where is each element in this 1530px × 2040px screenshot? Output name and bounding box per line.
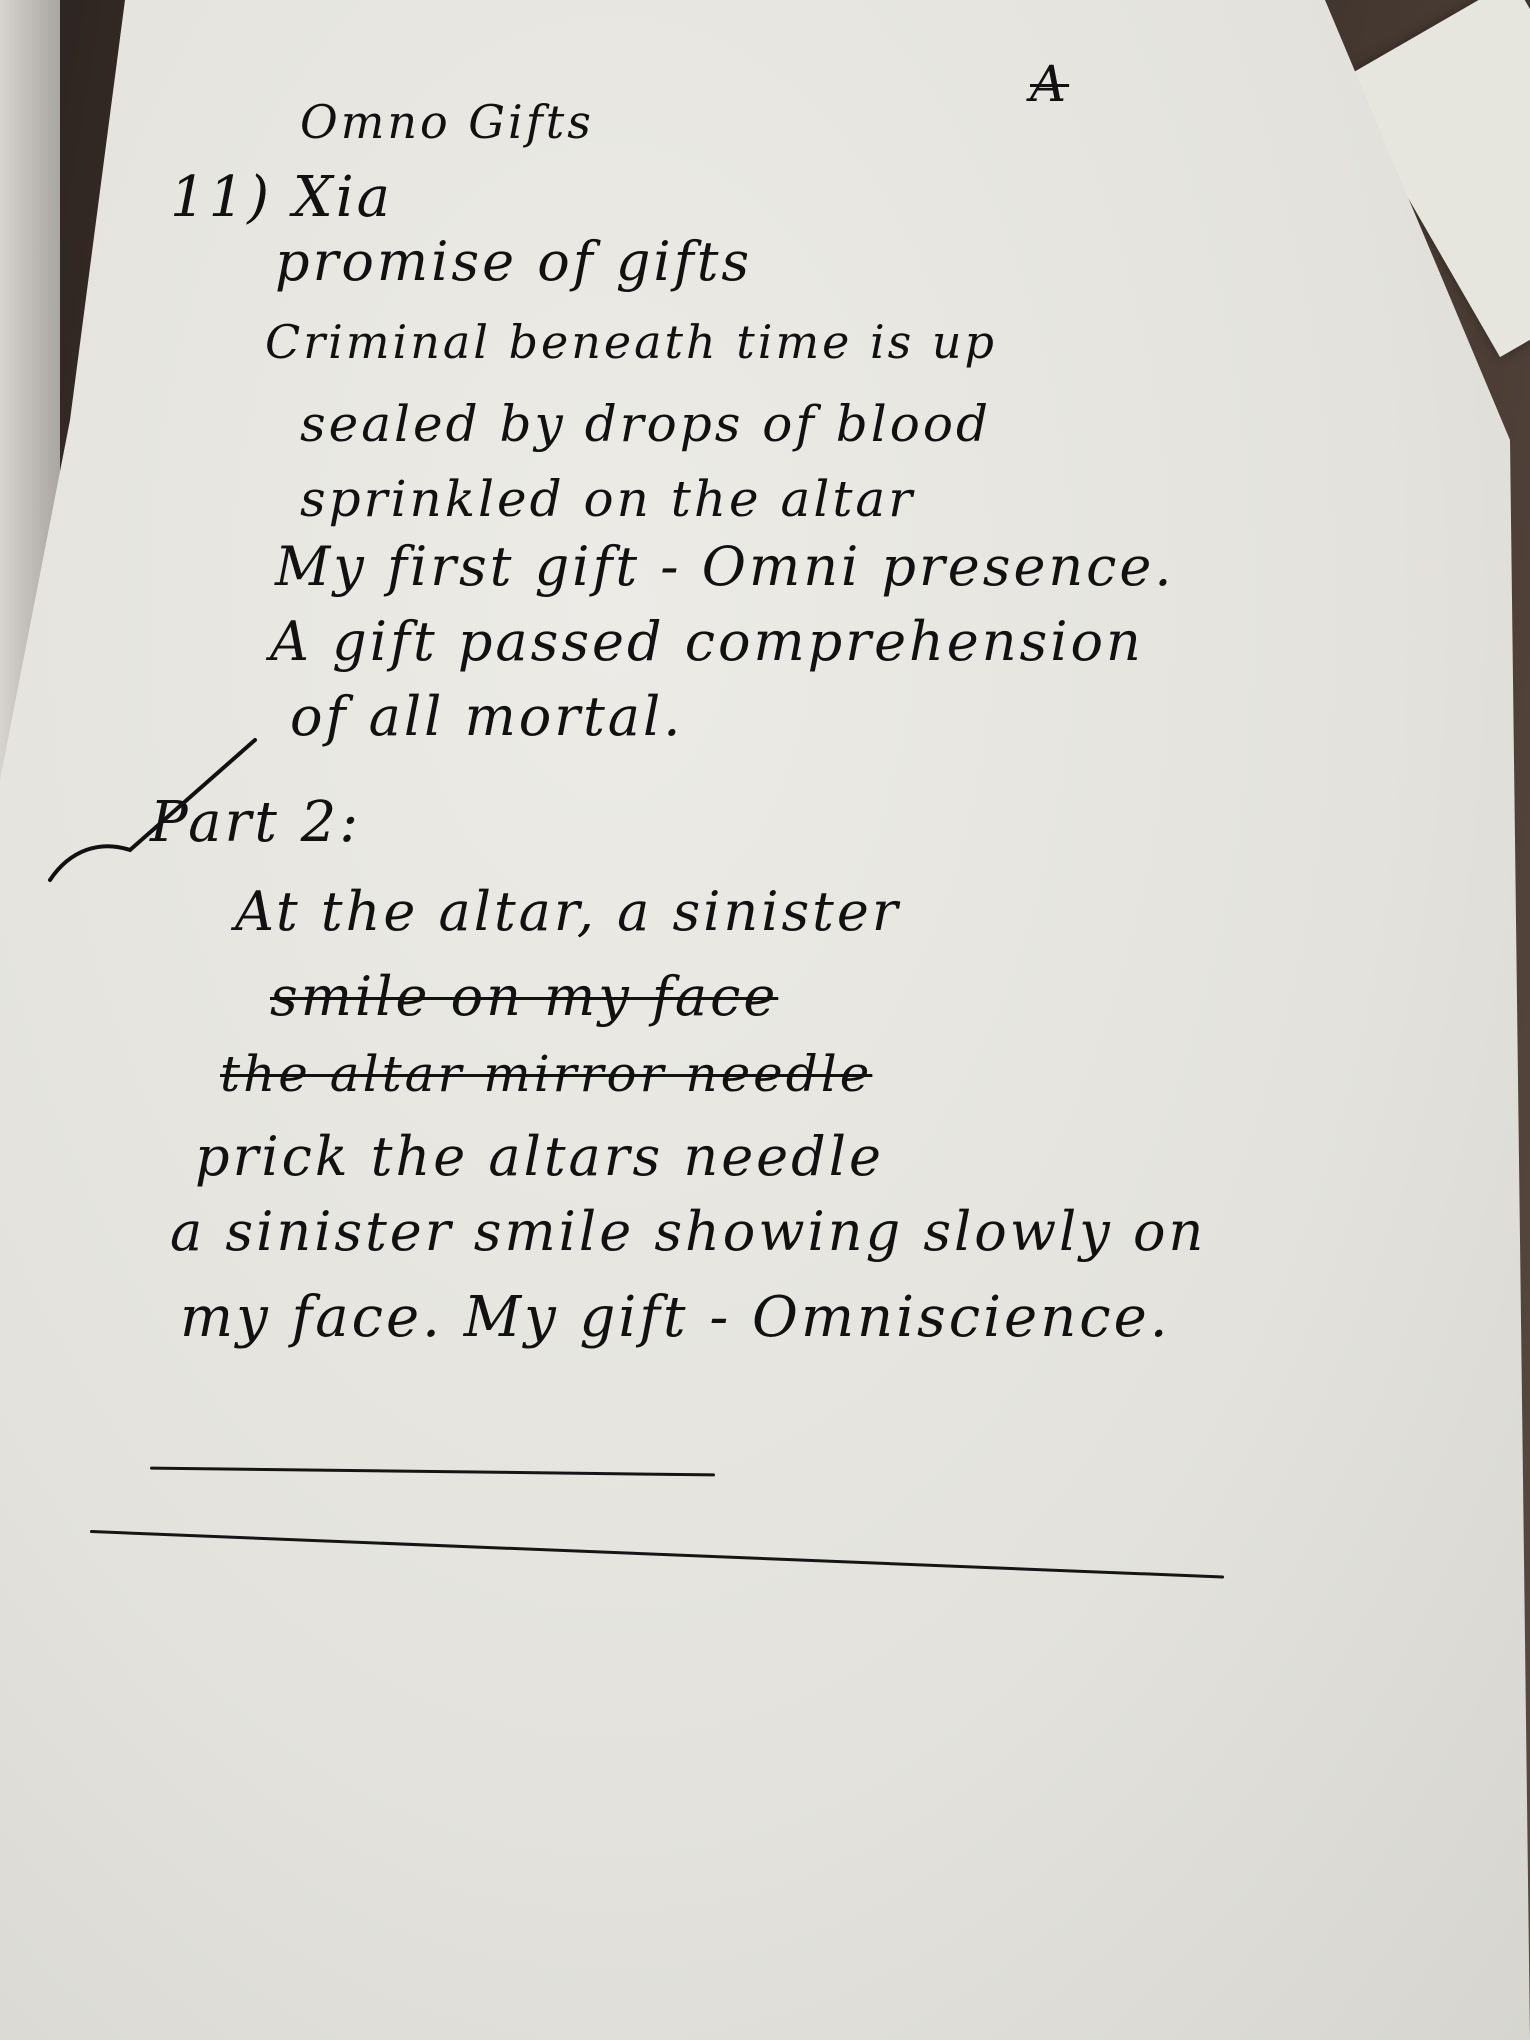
note-line-12: the altar mirror needle bbox=[220, 1045, 873, 1103]
note-line-4: sealed by drops of blood bbox=[300, 395, 991, 453]
note-line-11: smile on my face bbox=[270, 965, 779, 1028]
corner-mark: A bbox=[1030, 55, 1070, 113]
ink-line bbox=[150, 1466, 715, 1477]
note-line-2: promise of gifts bbox=[275, 230, 753, 293]
handwritten-note-page: Omno Gifts A 11) Xia promise of gifts Cr… bbox=[0, 0, 1530, 2040]
note-line-3: Criminal beneath time is up bbox=[265, 315, 997, 369]
note-line-14: a sinister smile showing slowly on bbox=[170, 1200, 1207, 1263]
note-line-8: of all mortal. bbox=[290, 685, 684, 748]
note-line-6: My first gift - Omni presence. bbox=[275, 535, 1175, 598]
note-line-15: my face. My gift - Omniscience. bbox=[180, 1285, 1171, 1350]
ink-line bbox=[89, 1530, 1225, 1579]
note-heading: Omno Gifts bbox=[300, 95, 594, 149]
note-line-7: A gift passed comprehension bbox=[270, 610, 1144, 673]
note-line-13: prick the altars needle bbox=[195, 1125, 884, 1188]
note-line-1: 11) Xia bbox=[170, 165, 394, 230]
photo-scene: Omno Gifts A 11) Xia promise of gifts Cr… bbox=[0, 0, 1530, 2040]
note-line-5: sprinkled on the altar bbox=[300, 470, 916, 528]
note-line-10: At the altar, a sinister bbox=[235, 880, 901, 943]
section-heading-part-2: Part 2: bbox=[150, 790, 362, 855]
